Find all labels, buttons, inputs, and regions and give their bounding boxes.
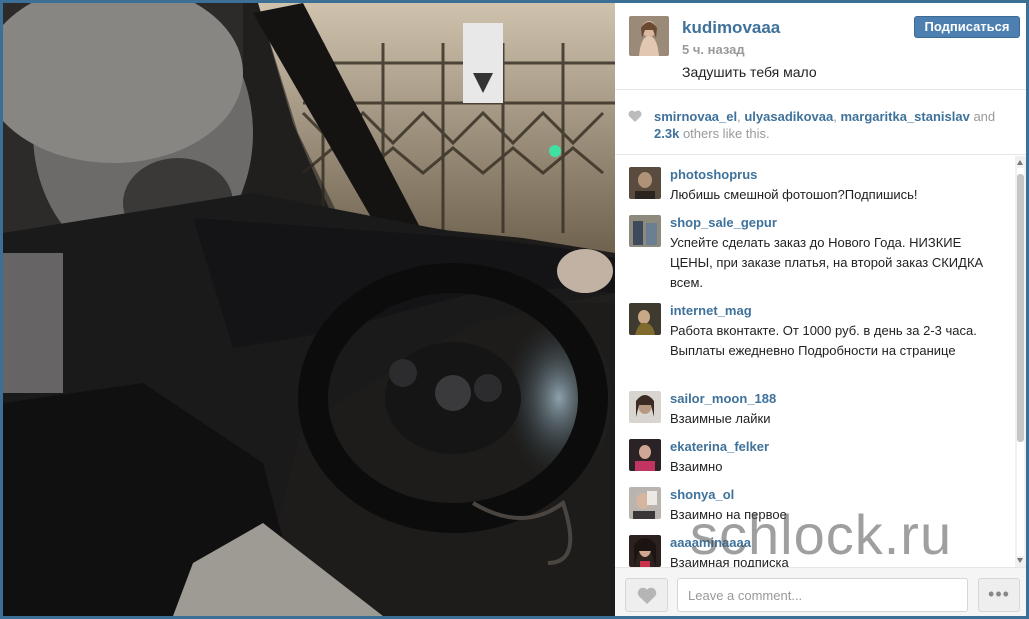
liker-link[interactable]: margaritka_stanislav bbox=[840, 109, 969, 124]
comment-input[interactable] bbox=[677, 578, 968, 612]
liker-link[interactable]: ulyasadikovaa bbox=[744, 109, 833, 124]
commenter-username[interactable]: ekaterina_felker bbox=[670, 439, 769, 454]
scroll-down-icon[interactable] bbox=[1017, 558, 1023, 563]
author-avatar[interactable] bbox=[629, 16, 669, 56]
likes-and: and bbox=[973, 109, 996, 124]
liker-link[interactable]: smirnovaa_el bbox=[654, 109, 737, 124]
likes-summary: smirnovaa_el, ulyasadikovaa, margaritka_… bbox=[615, 91, 1026, 155]
post-caption: Задушить тебя мало bbox=[682, 64, 817, 80]
likes-rest: others like this. bbox=[682, 126, 770, 141]
author-username[interactable]: kudimovaaa bbox=[682, 18, 780, 38]
post-header: kudimovaaa 5 ч. назад Задушить тебя мало… bbox=[615, 3, 1026, 90]
scroll-up-icon[interactable] bbox=[1017, 160, 1023, 165]
commenter-username[interactable]: internet_mag bbox=[670, 303, 752, 318]
commenter-avatar[interactable] bbox=[629, 487, 661, 519]
watermark: schlock.ru bbox=[690, 503, 953, 566]
commenter-avatar[interactable] bbox=[629, 167, 661, 199]
comments-scrollbar[interactable] bbox=[1015, 156, 1026, 567]
comment-text: Любишь смешной фотошоп?Подпишись! bbox=[670, 187, 918, 202]
comment-composer: ••• bbox=[615, 567, 1026, 616]
comment-text: Взаимные лайки bbox=[670, 411, 771, 426]
commenter-avatar[interactable] bbox=[629, 215, 661, 247]
scroll-thumb[interactable] bbox=[1017, 174, 1024, 442]
heart-icon bbox=[637, 587, 657, 609]
more-options-icon[interactable]: ••• bbox=[978, 578, 1020, 612]
commenter-username[interactable]: sailor_moon_188 bbox=[670, 391, 776, 406]
comment-text: Успейте сделать заказ до Нового Года. НИ… bbox=[670, 235, 984, 290]
comment-text: Работа вконтакте. От 1000 руб. в день за… bbox=[670, 323, 977, 358]
like-button[interactable] bbox=[625, 578, 668, 612]
commenter-username[interactable]: shop_sale_gepur bbox=[670, 215, 777, 230]
comment-text: Взаимно bbox=[670, 459, 723, 474]
commenter-username[interactable]: photoshoprus bbox=[670, 167, 757, 182]
post-time[interactable]: 5 ч. назад bbox=[682, 42, 745, 57]
commenter-avatar[interactable] bbox=[629, 535, 661, 567]
commenter-avatar[interactable] bbox=[629, 391, 661, 423]
follow-button[interactable]: Подписаться bbox=[914, 16, 1020, 38]
commenter-username[interactable]: shonya_ol bbox=[670, 487, 734, 502]
commenter-avatar[interactable] bbox=[629, 439, 661, 471]
commenter-avatar[interactable] bbox=[629, 303, 661, 335]
post-photo bbox=[3, 3, 615, 616]
heart-icon bbox=[628, 109, 642, 127]
likes-text: smirnovaa_el, ulyasadikovaa, margaritka_… bbox=[654, 109, 996, 141]
likes-count[interactable]: 2.3k bbox=[654, 126, 679, 141]
